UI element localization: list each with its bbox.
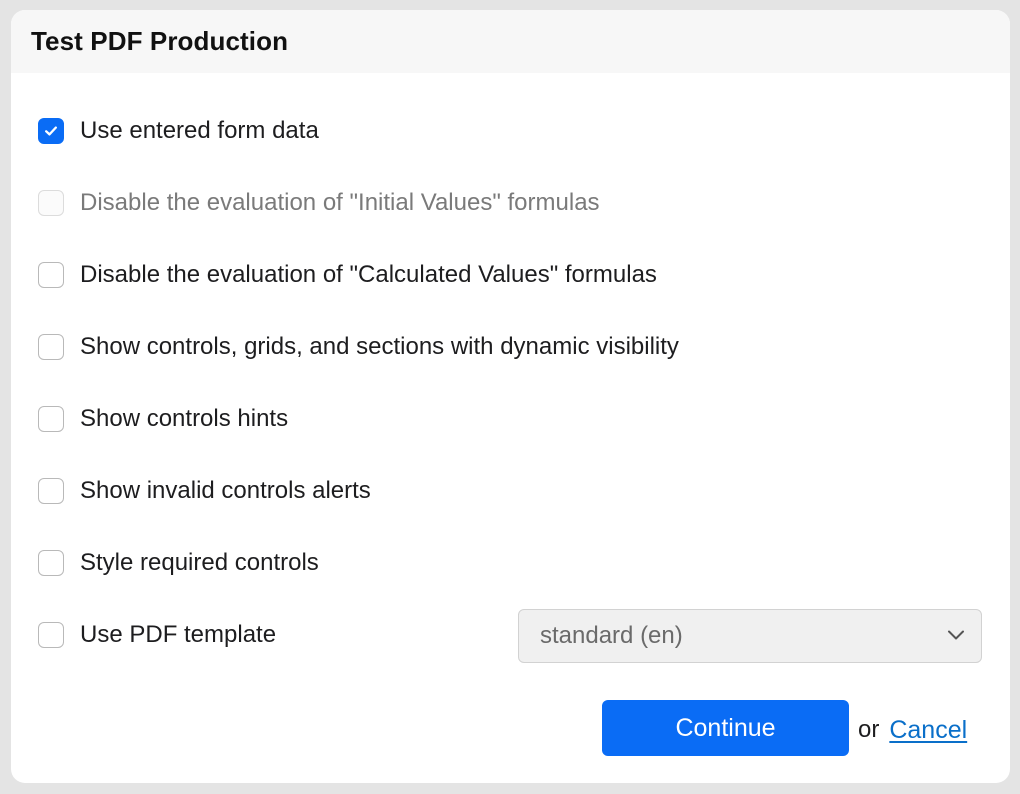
use-pdf-template-checkbox[interactable]	[38, 622, 64, 648]
show-controls-hints-checkbox[interactable]	[38, 406, 64, 432]
cancel-link[interactable]: Cancel	[889, 716, 967, 745]
use-entered-form-data-label[interactable]: Use entered form data	[80, 117, 319, 145]
option-disable-calculated-values: Disable the evaluation of "Calculated Va…	[38, 239, 988, 311]
options-list: Use entered form data Disable the evalua…	[38, 95, 988, 671]
option-style-required-controls: Style required controls	[38, 527, 988, 599]
option-show-controls-hints: Show controls hints	[38, 383, 988, 455]
option-disable-initial-values: Disable the evaluation of "Initial Value…	[38, 167, 988, 239]
pdf-template-select-value: standard (en)	[540, 622, 683, 649]
checkmark-icon	[45, 126, 57, 136]
test-pdf-production-dialog: Test PDF Production Use entered form dat…	[11, 10, 1010, 783]
chevron-down-icon	[948, 630, 964, 640]
disable-calculated-values-checkbox[interactable]	[38, 262, 64, 288]
option-show-dynamic-visibility: Show controls, grids, and sections with …	[38, 311, 988, 383]
option-use-entered-form-data: Use entered form data	[38, 95, 988, 167]
continue-button[interactable]: Continue	[602, 700, 849, 756]
option-show-invalid-alerts: Show invalid controls alerts	[38, 455, 988, 527]
or-separator: or	[858, 716, 880, 743]
dialog-header: Test PDF Production	[11, 10, 1010, 73]
show-dynamic-visibility-label[interactable]: Show controls, grids, and sections with …	[80, 333, 679, 361]
option-use-pdf-template: Use PDF template standard (en)	[38, 599, 988, 671]
show-invalid-alerts-label[interactable]: Show invalid controls alerts	[80, 477, 371, 505]
disable-calculated-values-label[interactable]: Disable the evaluation of "Calculated Va…	[80, 261, 657, 289]
show-controls-hints-label[interactable]: Show controls hints	[80, 405, 288, 433]
disable-initial-values-checkbox	[38, 190, 64, 216]
use-pdf-template-label[interactable]: Use PDF template	[80, 621, 276, 649]
style-required-controls-label[interactable]: Style required controls	[80, 549, 319, 577]
style-required-controls-checkbox[interactable]	[38, 550, 64, 576]
show-invalid-alerts-checkbox[interactable]	[38, 478, 64, 504]
use-entered-form-data-checkbox[interactable]	[38, 118, 64, 144]
pdf-template-select[interactable]: standard (en)	[518, 609, 982, 663]
disable-initial-values-label: Disable the evaluation of "Initial Value…	[80, 189, 600, 216]
dialog-footer: Continue or Cancel	[602, 700, 967, 756]
show-dynamic-visibility-checkbox[interactable]	[38, 334, 64, 360]
dialog-title: Test PDF Production	[31, 26, 289, 56]
